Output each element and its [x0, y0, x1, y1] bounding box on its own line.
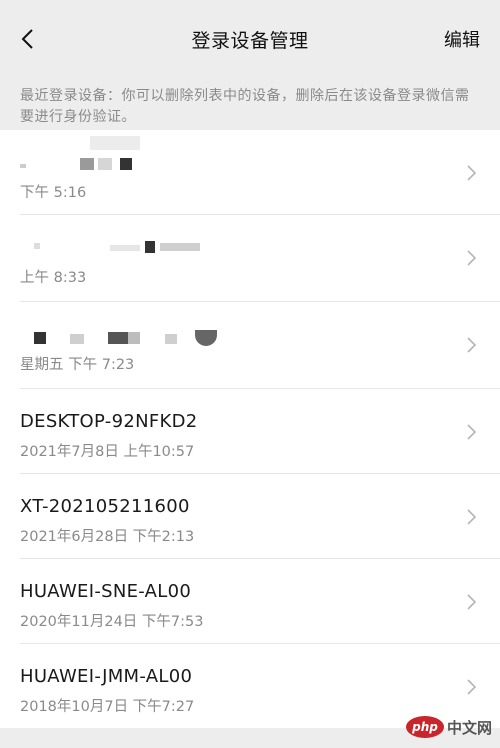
hint-text: 最近登录设备：你可以删除列表中的设备，删除后在该设备登录微信需要进行身份验证。: [20, 88, 470, 125]
page-title: 登录设备管理: [191, 30, 309, 52]
device-row[interactable]: HUAWEI-SNE-AL00 2020年11月24日 下午7:53: [20, 559, 500, 644]
chevron-right-icon: [467, 509, 477, 525]
device-row[interactable]: 上午 8:33: [20, 215, 500, 302]
device-row[interactable]: 下午 5:16: [20, 130, 500, 215]
nav-bar: 登录设备管理 编辑: [0, 0, 500, 76]
device-row[interactable]: DESKTOP-92NFKD2 2021年7月8日 上午10:57: [20, 389, 500, 474]
chevron-right-icon: [467, 337, 477, 353]
redacted-device-name: [20, 316, 320, 346]
chevron-right-icon: [467, 594, 477, 610]
device-name: HUAWEI-JMM-AL00: [20, 666, 193, 687]
php-logo: php: [405, 716, 444, 738]
device-list: 下午 5:16 上午 8:33 星期五 下午 7:23 DESKTOP-92NF…: [0, 130, 500, 728]
device-time: 2018年10月7日 下午7:27: [20, 699, 195, 715]
device-name: DESKTOP-92NFKD2: [20, 411, 198, 432]
watermark: php 中文网: [405, 716, 492, 738]
device-time: 下午 5:16: [20, 185, 87, 201]
chevron-right-icon: [467, 679, 477, 695]
chevron-right-icon: [467, 424, 477, 440]
chevron-right-icon: [467, 250, 477, 266]
chevron-right-icon: [467, 165, 477, 181]
device-name: HUAWEI-SNE-AL00: [20, 581, 192, 602]
watermark-text: 中文网: [446, 718, 492, 737]
redacted-device-name: [20, 136, 320, 174]
device-time: 2021年7月8日 上午10:57: [20, 444, 195, 460]
device-row[interactable]: XT-202105211600 2021年6月28日 下午2:13: [20, 474, 500, 559]
edit-button[interactable]: 编辑: [444, 26, 480, 52]
device-time: 2020年11月24日 下午7:53: [20, 614, 204, 630]
device-time: 2021年6月28日 下午2:13: [20, 529, 195, 545]
device-row[interactable]: 星期五 下午 7:23: [20, 302, 500, 389]
device-time: 星期五 下午 7:23: [20, 357, 135, 373]
device-time: 上午 8:33: [20, 270, 87, 286]
redacted-device-name: [20, 229, 320, 259]
device-name: XT-202105211600: [20, 496, 190, 517]
